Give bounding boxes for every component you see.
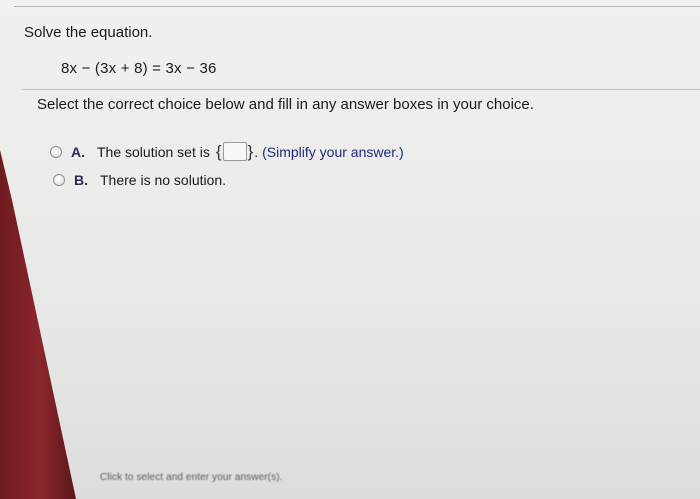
equation: 8x − (3x + 8) = 3x − 36 (61, 60, 217, 77)
screen-area: Solve the equation. 8x − (3x + 8) = 3x −… (0, 0, 700, 499)
simplify-hint: (Simplify your answer.) (262, 143, 404, 160)
choice-b-letter: B. (74, 172, 88, 188)
open-brace: { (215, 142, 222, 161)
question-prompt: Solve the equation. (24, 24, 153, 41)
choice-a-period: . (254, 143, 259, 160)
close-brace: } (247, 142, 254, 161)
choice-b-label: There is no solution. (100, 172, 227, 188)
choice-a-letter: A. (71, 143, 85, 160)
choice-b[interactable]: B. There is no solution. (53, 172, 226, 188)
footer-hint: Click to select and enter your answer(s)… (100, 472, 283, 483)
radio-choice-a[interactable] (50, 145, 62, 158)
radio-choice-b[interactable] (53, 174, 65, 186)
section-divider (22, 89, 700, 90)
solution-answer-box[interactable] (222, 142, 247, 161)
top-rule (14, 6, 700, 7)
photo-stage: Solve the equation. 8x − (3x + 8) = 3x −… (0, 0, 700, 499)
instruction-text: Select the correct choice below and fill… (37, 96, 534, 113)
choice-a-label: The solution set is (97, 143, 210, 160)
choice-a[interactable]: A. The solution set is { } . (Simplify y… (50, 142, 404, 161)
